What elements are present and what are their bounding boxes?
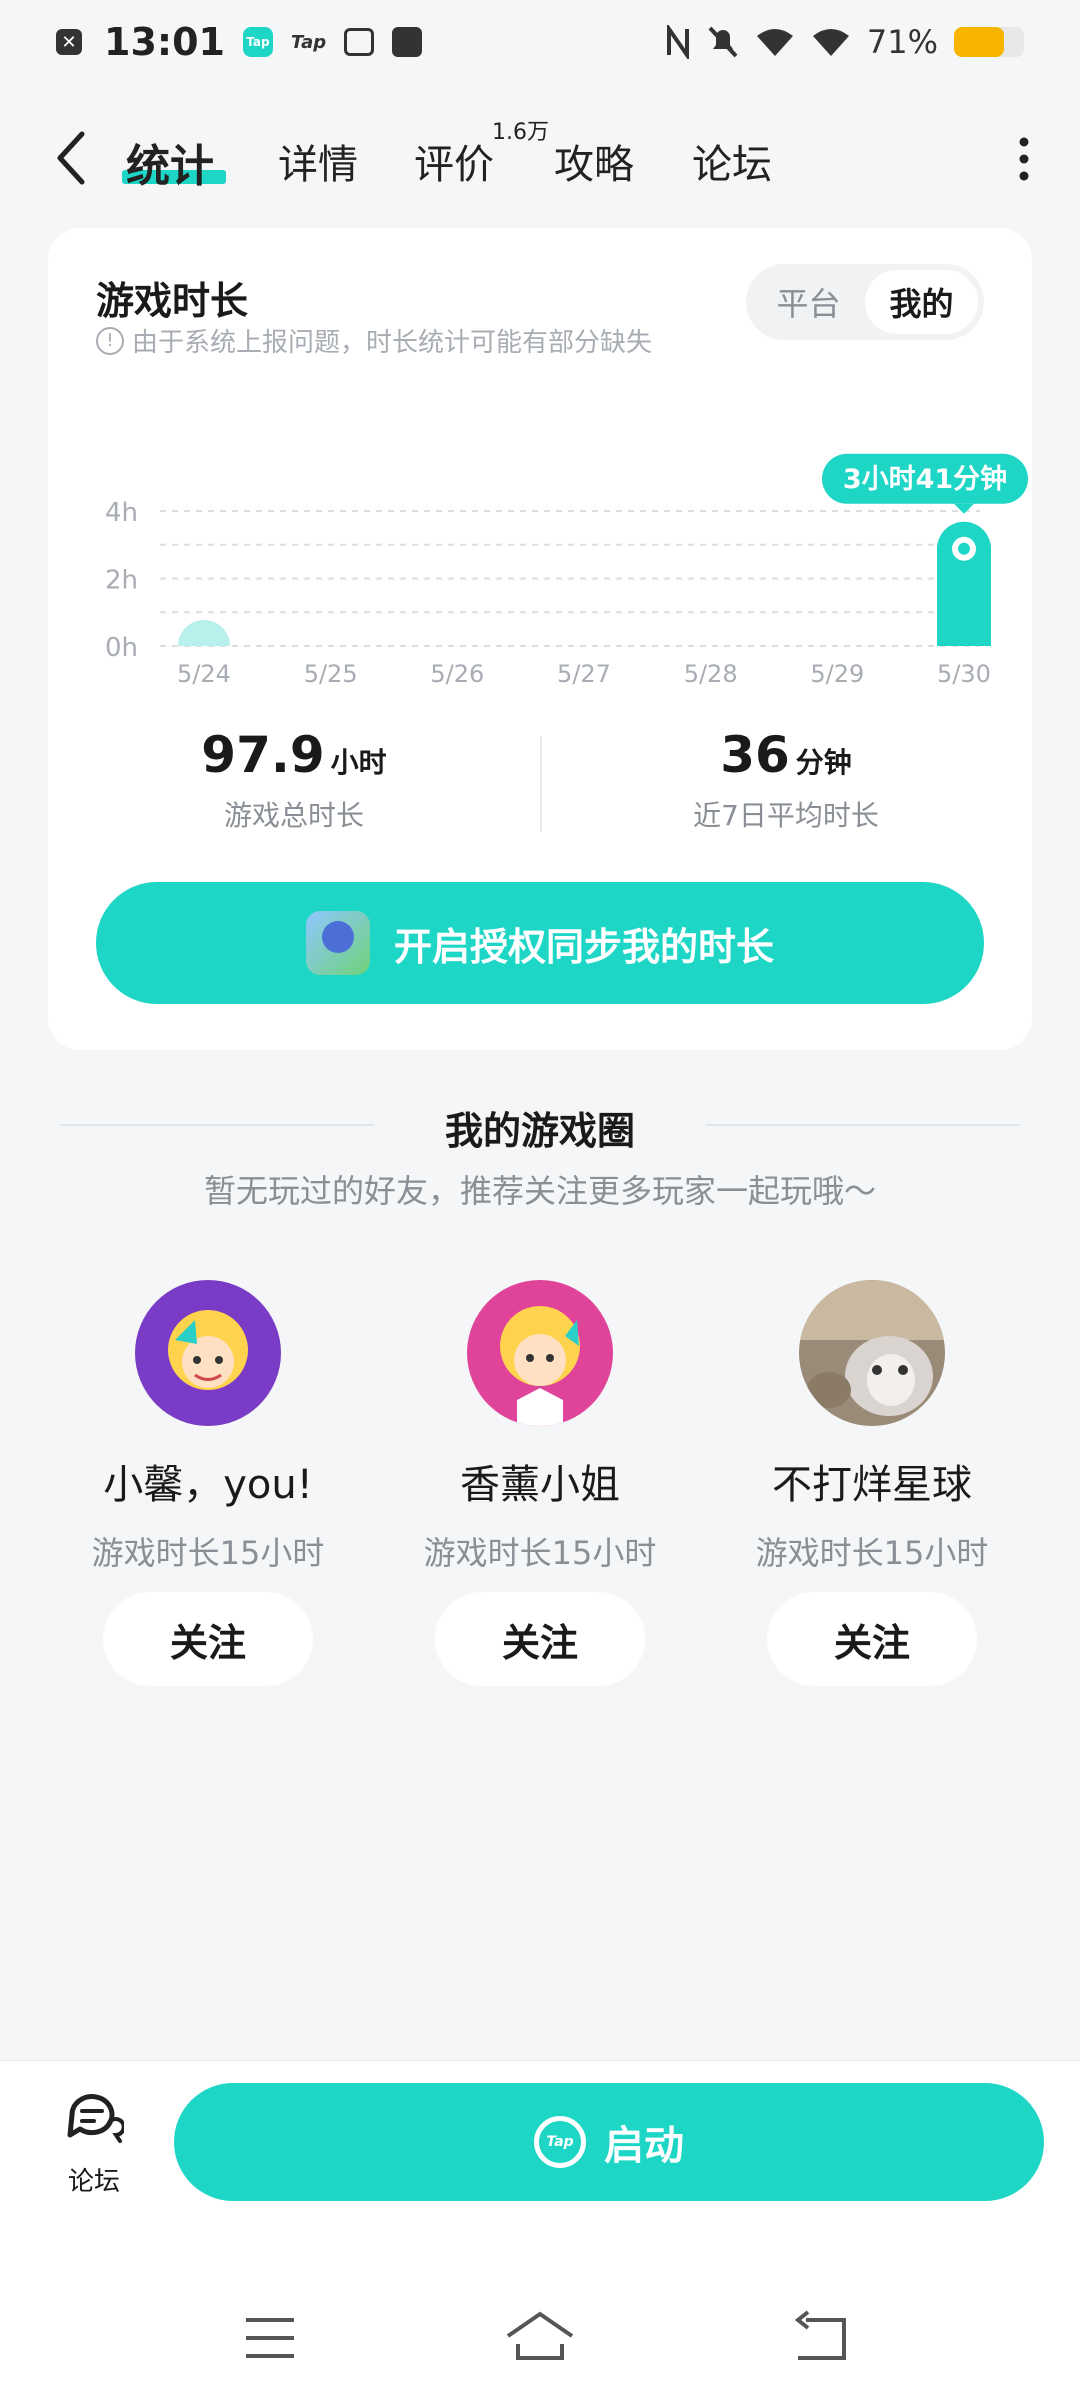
user-name: 不打烊星球 xyxy=(772,1462,972,1508)
send-icon xyxy=(392,27,423,57)
follow-button[interactable]: 关注 xyxy=(767,1592,977,1686)
tab-stats[interactable]: 统计 xyxy=(126,130,214,194)
recommended-user: 香薰小姐 游戏时长15小时 关注 xyxy=(374,1280,706,1686)
play-time-chart: 0h 2h 4h 5/24 5/25 5/26 5/27 5/28 5/29 3小时41分钟 5/3… xyxy=(105,453,1028,688)
cellular-wifi-icon xyxy=(756,29,793,56)
avatar[interactable] xyxy=(135,1280,281,1426)
wifi-icon xyxy=(812,29,849,56)
total-playtime-value: 97.9 xyxy=(201,726,325,784)
chart-tooltip-pointer xyxy=(954,503,974,514)
status-bar: ✕ 13:01 Tap Tap 71% xyxy=(0,0,1080,84)
total-playtime-label: 游戏总时长 xyxy=(223,799,364,832)
toggle-mine[interactable]: 我的 xyxy=(865,270,978,334)
nfc-icon xyxy=(666,25,689,59)
home-icon[interactable] xyxy=(504,2308,576,2368)
recommended-user: 小馨，you! 游戏时长15小时 关注 xyxy=(42,1280,374,1686)
sync-authorization-label: 开启授权同步我的时长 xyxy=(393,924,774,969)
user-name: 香薰小姐 xyxy=(460,1462,620,1508)
chart-y-tick-label: 2h xyxy=(105,566,138,596)
taptap-text-icon: Tap xyxy=(290,31,327,53)
message-icon xyxy=(344,28,375,56)
user-playtime: 游戏时长15小时 xyxy=(755,1534,989,1572)
top-nav: 统计 详情 评价 1.6万 攻略 论坛 xyxy=(0,110,1080,210)
tab-reviews[interactable]: 评价 xyxy=(414,132,494,190)
launch-label: 启动 xyxy=(604,2123,684,2169)
data-missing-note: ! 由于系统上报问题，时长统计可能有部分缺失 xyxy=(96,322,652,359)
card-title: 游戏时长 xyxy=(96,279,249,323)
average-playtime-label: 近7日平均时长 xyxy=(693,799,879,832)
mute-bell-icon xyxy=(708,26,738,58)
average-playtime-value: 36 xyxy=(720,726,790,784)
chart-x-tick-label: 5/26 xyxy=(430,660,484,688)
user-playtime: 游戏时长15小时 xyxy=(423,1534,657,1572)
reviews-count-badge: 1.6万 xyxy=(492,120,549,145)
status-time: 13:01 xyxy=(104,20,225,64)
chart-x-tick-label: 5/30 xyxy=(937,660,991,688)
forum-label: 论坛 xyxy=(67,2167,120,2197)
chart-x-tick-label: 5/25 xyxy=(304,660,358,688)
forum-shortcut[interactable]: 论坛 xyxy=(46,2091,142,2198)
menu-icon[interactable] xyxy=(240,2308,300,2368)
average-playtime-stat: 36 分钟 近7日平均时长 xyxy=(540,726,1032,834)
scope-toggle: 平台 我的 xyxy=(746,264,984,340)
launch-game-button[interactable]: Tap 启动 xyxy=(174,2083,1044,2201)
bottom-action-bar: 论坛 Tap 启动 xyxy=(0,2060,1080,2278)
chart-x-tick-label: 5/28 xyxy=(684,660,738,688)
chart-bar-marker-dot xyxy=(958,542,970,555)
chart-x-tick-label: 5/27 xyxy=(557,660,611,688)
tab-guides[interactable]: 攻略 xyxy=(554,132,634,190)
chart-x-tick-label: 5/24 xyxy=(177,660,231,688)
info-icon: ! xyxy=(96,326,124,355)
chart-y-tick-label: 4h xyxy=(105,498,138,528)
back-gesture-icon[interactable] xyxy=(792,2308,852,2368)
tab-forum[interactable]: 论坛 xyxy=(692,132,772,190)
chart-tooltip-label: 3小时41分钟 xyxy=(843,464,1007,495)
game-circle-subtitle: 暂无玩过的好友，推荐关注更多玩家一起玩哦～ xyxy=(203,1172,876,1210)
note-text: 由于系统上报问题，时长统计可能有部分缺失 xyxy=(132,328,653,358)
recommended-user: 不打烊星球 游戏时长15小时 关注 xyxy=(706,1280,1038,1686)
follow-button[interactable]: 关注 xyxy=(435,1592,645,1686)
tab-details[interactable]: 详情 xyxy=(278,132,358,190)
close-notification-icon: ✕ xyxy=(56,29,82,55)
battery-percentage: 71% xyxy=(866,23,938,61)
battery-icon xyxy=(954,27,1024,57)
user-name: 小馨，you! xyxy=(103,1462,313,1508)
game-circle-title: 我的游戏圈 xyxy=(444,1109,635,1153)
chart-x-tick-label: 5/29 xyxy=(810,660,864,688)
system-navigation-bar xyxy=(0,2278,1080,2400)
play-time-card: 游戏时长 ! 由于系统上报问题，时长统计可能有部分缺失 平台 我的 0h 2h 4h… xyxy=(48,228,1032,1050)
chart-y-tick-label: 0h xyxy=(105,633,138,663)
taptap-logo-icon: Tap xyxy=(534,2116,586,2168)
total-playtime-stat: 97.9 小时 游戏总时长 xyxy=(48,726,540,834)
game-app-icon xyxy=(305,911,370,975)
chart-bar xyxy=(178,620,230,646)
more-options-icon[interactable] xyxy=(1016,134,1032,184)
forum-chat-icon xyxy=(67,2094,126,2143)
toggle-platform[interactable]: 平台 xyxy=(752,270,865,334)
avatar[interactable] xyxy=(799,1280,945,1426)
sync-authorization-button[interactable]: 开启授权同步我的时长 xyxy=(96,882,984,1004)
avatar[interactable] xyxy=(467,1280,613,1426)
user-playtime: 游戏时长15小时 xyxy=(91,1534,325,1572)
average-playtime-unit: 分钟 xyxy=(795,746,852,779)
total-playtime-unit: 小时 xyxy=(330,746,387,779)
taptap-app-icon: Tap xyxy=(242,27,273,57)
back-arrow-icon[interactable] xyxy=(52,128,92,188)
follow-button[interactable]: 关注 xyxy=(103,1592,313,1686)
